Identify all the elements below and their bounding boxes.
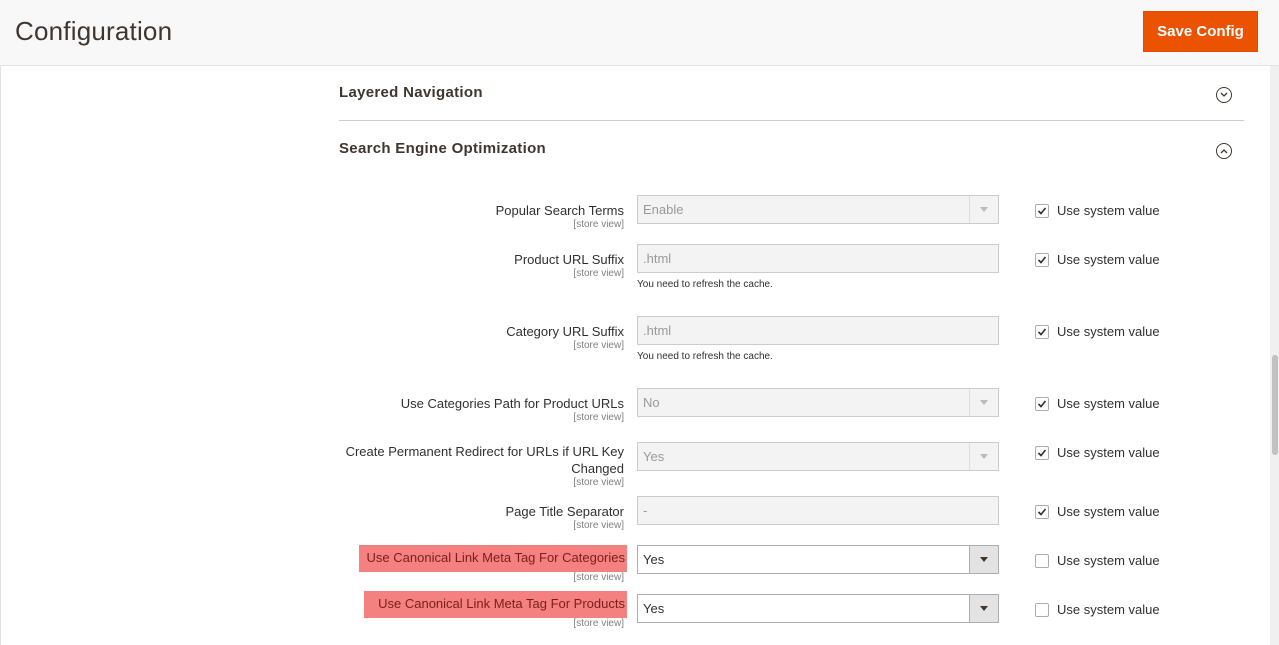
use-system-value-label: Use system value (1057, 445, 1160, 460)
checkbox[interactable] (1035, 505, 1049, 519)
scope-label: [store view] (573, 219, 624, 230)
input-value: - (643, 503, 648, 518)
product-url-suffix-input[interactable]: .html (637, 244, 999, 273)
chevron-up-icon[interactable] (1216, 143, 1232, 159)
use-system-value-label: Use system value (1057, 252, 1160, 267)
section-title: Search Engine Optimization (339, 140, 546, 157)
field-label-group: Product URL Suffix [store view] (514, 251, 624, 279)
scope-label: [store view] (573, 520, 624, 531)
use-system-value-label: Use system value (1057, 203, 1160, 218)
field-label: Popular Search Terms (495, 203, 624, 218)
section-search-engine-optimization[interactable]: Search Engine Optimization (339, 140, 1244, 170)
canonical-products-select[interactable]: Yes (637, 594, 999, 623)
scope-label: [store view] (573, 268, 624, 279)
use-system-value-label: Use system value (1057, 396, 1160, 411)
chevron-down-icon[interactable] (1216, 87, 1232, 103)
field-note: You need to refresh the cache. (637, 279, 773, 290)
field-label-group: Create Permanent Redirect for URLs if UR… (346, 443, 624, 488)
checkbox[interactable] (1035, 325, 1049, 339)
checkbox[interactable] (1035, 204, 1049, 218)
section-title: Layered Navigation (339, 84, 483, 101)
input-value: .html (643, 251, 672, 266)
field-label-highlighted: Use Canonical Link Meta Tag For Products (364, 591, 627, 618)
use-system-value-label: Use system value (1057, 324, 1160, 339)
scope-label: [store view] (573, 618, 624, 629)
categories-path-select[interactable]: No (637, 388, 999, 417)
field-label-group: Use Canonical Link Meta Tag For Products… (364, 591, 627, 629)
page-title: Configuration (15, 16, 173, 46)
scope-label: [store view] (573, 412, 624, 423)
save-config-button[interactable]: Save Config (1143, 11, 1258, 52)
field-label: Product URL Suffix (514, 252, 624, 267)
select-value: Yes (643, 449, 665, 464)
checkbox[interactable] (1035, 253, 1049, 267)
dropdown-arrow-icon (969, 196, 998, 223)
select-value: Enable (643, 202, 684, 217)
field-label: Page Title Separator (505, 504, 624, 519)
field-label-highlighted: Use Canonical Link Meta Tag For Categori… (358, 545, 627, 572)
field-label: Use Categories Path for Product URLs (400, 396, 624, 411)
scrollbar-thumb[interactable] (1272, 355, 1278, 455)
dropdown-arrow-icon (969, 546, 998, 573)
select-value: Yes (643, 552, 665, 567)
page-header: Configuration Save Config (0, 0, 1279, 66)
field-label-group: Popular Search Terms [store view] (496, 202, 624, 230)
dropdown-arrow-icon (969, 443, 998, 470)
scope-label: [store view] (573, 340, 624, 351)
checkbox[interactable] (1035, 397, 1049, 411)
field-label: Category URL Suffix (506, 324, 624, 339)
input-value: .html (643, 323, 672, 338)
permanent-redirect-select[interactable]: Yes (637, 442, 999, 471)
field-note: You need to refresh the cache. (637, 351, 773, 362)
page-title-separator-input[interactable]: - (637, 496, 999, 525)
field-label-group: Use Canonical Link Meta Tag For Categori… (358, 545, 627, 583)
use-system-value-label: Use system value (1057, 602, 1160, 617)
dropdown-arrow-icon (969, 595, 998, 622)
use-system-value-label: Use system value (1057, 504, 1160, 519)
canonical-categories-select[interactable]: Yes (637, 545, 999, 574)
field-label-group: Category URL Suffix [store view] (506, 323, 624, 351)
checkbox[interactable] (1035, 554, 1049, 568)
divider (0, 66, 1, 645)
field-label-line2: Changed (571, 461, 624, 476)
checkbox[interactable] (1035, 603, 1049, 617)
scope-label: [store view] (573, 477, 624, 488)
field-label-group: Use Categories Path for Product URLs [st… (401, 395, 624, 423)
select-value: Yes (643, 601, 665, 616)
category-url-suffix-input[interactable]: .html (637, 316, 999, 345)
field-label-group: Page Title Separator [store view] (505, 503, 624, 531)
scope-label: [store view] (573, 572, 624, 583)
popular-search-terms-select[interactable]: Enable (637, 195, 999, 224)
dropdown-arrow-icon (969, 389, 998, 416)
checkbox[interactable] (1035, 446, 1049, 460)
use-system-value-label: Use system value (1057, 553, 1160, 568)
field-label-line1: Create Permanent Redirect for URLs if UR… (345, 444, 624, 459)
select-value: No (643, 395, 660, 410)
section-layered-navigation[interactable]: Layered Navigation (339, 84, 1244, 121)
